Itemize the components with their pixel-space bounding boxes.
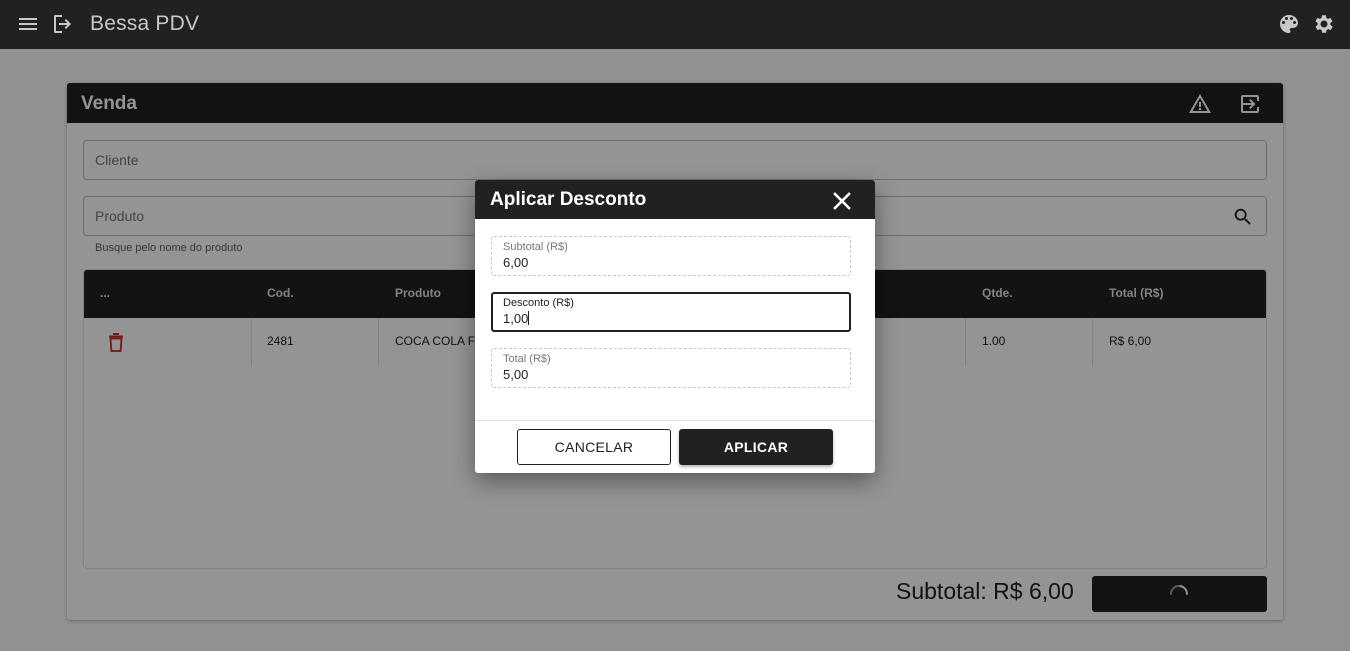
desconto-value: 1,00 bbox=[503, 311, 529, 326]
desconto-label: Desconto (R$) bbox=[503, 297, 574, 309]
total-field[interactable]: Total (R$) 5,00 bbox=[491, 348, 851, 388]
gear-icon[interactable] bbox=[1311, 12, 1335, 36]
subtotal-value: 6,00 bbox=[503, 255, 529, 270]
discount-dialog: Aplicar Desconto Subtotal (R$) 6,00 Desc… bbox=[475, 180, 875, 473]
logout-icon[interactable] bbox=[50, 12, 74, 36]
text-caret bbox=[528, 311, 530, 325]
menu-icon[interactable] bbox=[16, 12, 40, 36]
apply-button[interactable]: APLICAR bbox=[679, 429, 833, 465]
total-label: Total (R$) bbox=[503, 353, 551, 365]
dialog-title: Aplicar Desconto bbox=[490, 189, 647, 210]
subtotal-field[interactable]: Subtotal (R$) 6,00 bbox=[491, 236, 851, 276]
desconto-field[interactable]: Desconto (R$) 1,00 bbox=[491, 292, 851, 332]
cancel-button[interactable]: CANCELAR bbox=[517, 429, 671, 465]
total-value: 5,00 bbox=[503, 367, 529, 382]
palette-icon[interactable] bbox=[1277, 12, 1301, 36]
subtotal-label: Subtotal (R$) bbox=[503, 241, 568, 253]
dialog-header: Aplicar Desconto bbox=[475, 180, 875, 219]
desconto-value-wrap: 1,00 bbox=[503, 311, 530, 326]
close-icon[interactable] bbox=[832, 191, 852, 211]
dialog-divider bbox=[475, 420, 875, 421]
app-bar: Bessa PDV bbox=[0, 0, 1350, 49]
app-title: Bessa PDV bbox=[90, 12, 200, 35]
